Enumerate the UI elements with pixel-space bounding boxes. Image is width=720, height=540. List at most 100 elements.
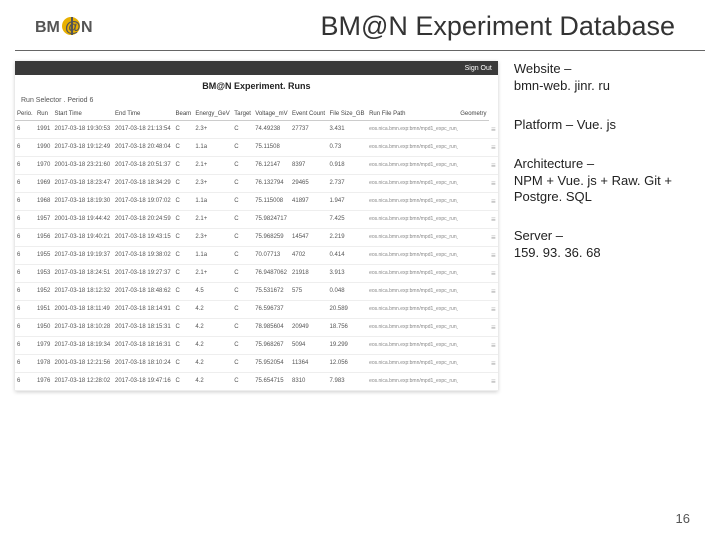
geometry-icon[interactable]: ≡ (489, 228, 498, 246)
geometry-icon[interactable]: ≡ (489, 336, 498, 354)
table-cell: C (232, 138, 253, 156)
table-cell: 2001-03-18 18:11:49 (53, 300, 113, 318)
table-cell: 6 (15, 282, 35, 300)
table-cell: 2017-03-18 20:51:37 (113, 156, 173, 174)
table-cell: C (173, 282, 193, 300)
table-cell: 1969 (35, 174, 53, 192)
geometry-icon[interactable]: ≡ (489, 246, 498, 264)
table-cell (290, 300, 328, 318)
table-cell: C (173, 192, 193, 210)
geometry-icon[interactable]: ≡ (489, 318, 498, 336)
column-header[interactable]: Beam (173, 108, 193, 121)
table-row: 619512001-03-18 18:11:492017-03-18 18:14… (15, 300, 498, 318)
table-row: 619692017-03-18 18:23:472017-03-18 18:34… (15, 174, 498, 192)
column-header[interactable]: Voltage_mV (253, 108, 290, 121)
table-cell: 0.918 (328, 156, 368, 174)
column-header[interactable]: Target (232, 108, 253, 121)
table-cell: 2017-03-18 19:12:49 (53, 138, 113, 156)
table-cell: 4702 (290, 246, 328, 264)
runs-table: Perio.RunStart TimeEnd TimeBeamEnergy_Ge… (15, 108, 498, 391)
page-title: BM@N Experiment Database (95, 11, 685, 42)
table-cell (458, 264, 489, 282)
table-cell: 1968 (35, 192, 53, 210)
table-cell: eos.nica.bmn.exp:bmn/mpd1_expc_run_Glob_ (367, 246, 458, 264)
app-topbar: Sign Out (15, 61, 498, 75)
geometry-icon[interactable]: ≡ (489, 210, 498, 228)
geometry-icon[interactable]: ≡ (489, 264, 498, 282)
table-cell: 6 (15, 210, 35, 228)
table-cell: eos.nica.bmn.exp:bmn/mpd1_expc_run_Glob_ (367, 192, 458, 210)
table-cell: C (173, 228, 193, 246)
geometry-icon[interactable]: ≡ (489, 300, 498, 318)
table-cell: 1957 (35, 210, 53, 228)
table-cell: 29465 (290, 174, 328, 192)
note-platform: Platform – Vue. js (514, 117, 705, 134)
table-cell: C (232, 336, 253, 354)
table-cell: 4.2 (193, 336, 232, 354)
table-cell: 70.07713 (253, 246, 290, 264)
table-cell: 2.3+ (193, 121, 232, 139)
table-cell: 2017-03-18 18:19:34 (53, 336, 113, 354)
column-header[interactable]: Run (35, 108, 53, 121)
run-selector: Run Selector . Period 6 (15, 95, 498, 108)
table-cell: C (232, 282, 253, 300)
table-cell: C (232, 156, 253, 174)
table-cell (458, 354, 489, 372)
geometry-icon[interactable]: ≡ (489, 156, 498, 174)
table-cell: 8310 (290, 372, 328, 390)
column-header[interactable]: Energy_GeV (193, 108, 232, 121)
table-cell: C (173, 210, 193, 228)
column-header[interactable]: Event Count (290, 108, 328, 121)
column-header[interactable]: File Size_GB (328, 108, 368, 121)
website-value: bmn-web. jinr. ru (514, 78, 705, 95)
table-cell (458, 156, 489, 174)
svg-text:@: @ (65, 19, 81, 36)
table-cell: 0.414 (328, 246, 368, 264)
geometry-icon[interactable]: ≡ (489, 354, 498, 372)
table-cell: 14547 (290, 228, 328, 246)
table-cell (290, 210, 328, 228)
table-cell: 1.1a (193, 192, 232, 210)
notes-panel: Website – bmn-web. jinr. ru Platform – V… (498, 61, 705, 391)
table-cell: 27737 (290, 121, 328, 139)
svg-text:N: N (81, 19, 93, 36)
geometry-icon[interactable]: ≡ (489, 192, 498, 210)
table-cell: eos.nica.bmn.exp:bmn/mpd1_expc_run_Glob_ (367, 354, 458, 372)
table-cell: 7.983 (328, 372, 368, 390)
column-header[interactable]: Run File Path (367, 108, 458, 121)
column-header[interactable]: Start Time (53, 108, 113, 121)
geometry-icon[interactable]: ≡ (489, 282, 498, 300)
table-cell: 6 (15, 336, 35, 354)
run-selector-label: Run Selector . (21, 97, 65, 104)
table-cell (458, 138, 489, 156)
table-cell: 2017-03-18 18:10:28 (53, 318, 113, 336)
table-cell: C (232, 354, 253, 372)
table-cell: 76.596737 (253, 300, 290, 318)
sign-out-link[interactable]: Sign Out (465, 65, 492, 72)
table-cell: 75.115008 (253, 192, 290, 210)
table-cell: C (232, 121, 253, 139)
geometry-icon[interactable]: ≡ (489, 174, 498, 192)
table-cell: 6 (15, 174, 35, 192)
table-cell: 2017-03-18 18:14:91 (113, 300, 173, 318)
table-cell: C (173, 354, 193, 372)
column-header[interactable]: Geometry (458, 108, 489, 121)
table-cell (458, 336, 489, 354)
table-cell: 11364 (290, 354, 328, 372)
table-cell: C (173, 264, 193, 282)
table-cell: 6 (15, 156, 35, 174)
column-header[interactable]: Perio. (15, 108, 35, 121)
table-cell: C (173, 300, 193, 318)
geometry-icon[interactable]: ≡ (489, 372, 498, 390)
table-cell: 78.985604 (253, 318, 290, 336)
geometry-icon[interactable]: ≡ (489, 138, 498, 156)
table-cell: 1952 (35, 282, 53, 300)
table-cell: 2.737 (328, 174, 368, 192)
table-cell: 1976 (35, 372, 53, 390)
table-cell: C (232, 300, 253, 318)
table-cell: eos.nica.bmn.exp:bmn/mpd1_expc_run_Glob_ (367, 300, 458, 318)
table-cell (458, 228, 489, 246)
geometry-icon[interactable]: ≡ (489, 121, 498, 139)
column-header[interactable]: End Time (113, 108, 173, 121)
table-cell: 2017-03-18 20:24:59 (113, 210, 173, 228)
